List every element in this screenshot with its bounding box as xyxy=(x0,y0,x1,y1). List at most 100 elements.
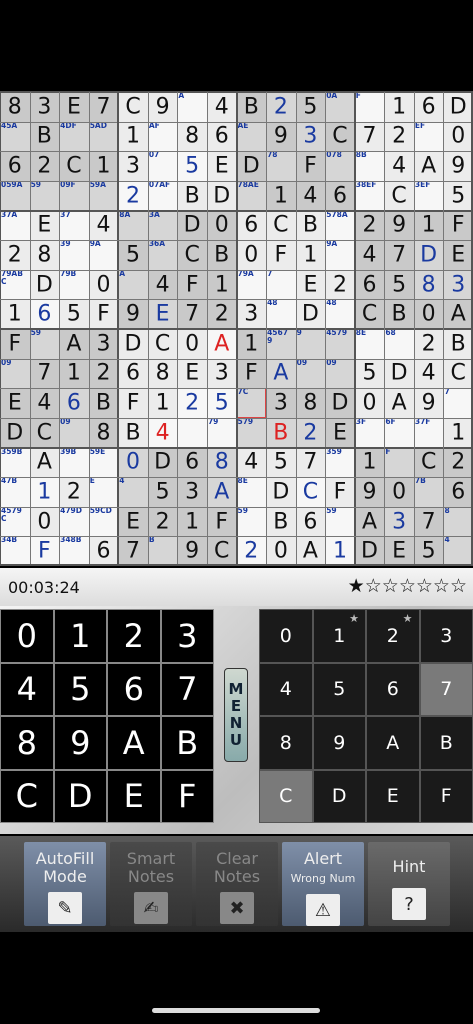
grid-cell[interactable]: 59CD xyxy=(88,506,119,537)
grid-cell[interactable]: 5 xyxy=(206,388,237,418)
note-key-8[interactable]: 8 xyxy=(259,716,313,770)
grid-cell[interactable]: B xyxy=(295,210,326,241)
grid-cell[interactable]: F xyxy=(88,299,119,329)
grid-cell[interactable]: B xyxy=(443,329,473,359)
grid-cell[interactable]: 1 xyxy=(206,269,237,300)
grid-cell[interactable]: 45A xyxy=(0,121,30,152)
grid-cell[interactable]: 8 xyxy=(147,358,178,389)
number-key-9[interactable]: 9 xyxy=(53,716,107,770)
grid-cell[interactable]: 2 xyxy=(206,299,237,329)
grid-cell[interactable]: E xyxy=(147,299,178,329)
grid-cell[interactable]: E xyxy=(118,506,148,537)
grid-cell[interactable]: 59E xyxy=(88,447,119,478)
grid-cell[interactable]: C xyxy=(118,92,148,122)
grid-cell[interactable]: 1 xyxy=(295,240,326,270)
note-key-b[interactable]: B xyxy=(419,716,473,770)
grid-cell[interactable]: 1 xyxy=(266,180,296,211)
grid-cell[interactable]: A xyxy=(266,358,296,389)
grid-cell[interactable]: 1 xyxy=(0,299,30,329)
grid-cell[interactable]: 7 xyxy=(29,358,60,389)
grid-cell[interactable]: F xyxy=(295,151,326,181)
grid-cell[interactable]: C xyxy=(177,240,207,270)
grid-cell[interactable]: 7 xyxy=(88,92,119,122)
grid-cell[interactable]: 4 xyxy=(118,477,148,507)
grid-cell[interactable]: D xyxy=(236,151,267,181)
alert-wrong-num-button[interactable]: Alert Wrong Num ⚠ xyxy=(282,842,364,926)
grid-cell[interactable]: EF xyxy=(413,121,444,152)
grid-cell[interactable]: 2 xyxy=(443,447,473,478)
number-key-4[interactable]: 4 xyxy=(0,662,54,716)
grid-cell[interactable]: 3EF xyxy=(413,180,444,211)
grid-cell[interactable]: 2 xyxy=(295,417,326,448)
grid-cell[interactable]: 48 xyxy=(266,299,296,329)
grid-cell[interactable]: F xyxy=(0,329,30,359)
grid-cell[interactable]: 7 xyxy=(443,388,473,418)
grid-cell[interactable]: C xyxy=(384,180,414,211)
grid-cell[interactable]: 9A xyxy=(325,240,355,270)
grid-cell[interactable]: 7 xyxy=(118,536,148,566)
grid-cell[interactable]: 6 xyxy=(88,536,119,566)
note-key-4[interactable]: 4 xyxy=(259,662,313,716)
grid-cell[interactable]: 8E xyxy=(236,477,267,507)
grid-cell[interactable]: 3 xyxy=(118,151,148,181)
grid-cell[interactable]: 09 xyxy=(295,358,326,389)
grid-cell[interactable]: 3 xyxy=(266,388,296,418)
grid-cell[interactable]: D xyxy=(354,536,385,566)
grid-cell[interactable]: C xyxy=(413,447,444,478)
grid-cell[interactable]: 48 xyxy=(325,299,355,329)
grid-cell[interactable]: 7 xyxy=(354,121,385,152)
grid-cell[interactable]: 359 xyxy=(325,447,355,478)
grid-cell[interactable]: 2 xyxy=(177,388,207,418)
grid-cell[interactable]: 0 xyxy=(413,299,444,329)
grid-cell[interactable]: 6 xyxy=(354,269,385,300)
grid-cell[interactable]: 0A xyxy=(325,92,355,122)
grid-cell[interactable]: E xyxy=(177,358,207,389)
grid-cell[interactable]: 2 xyxy=(147,506,178,537)
grid-cell[interactable]: E xyxy=(88,477,119,507)
note-key-5[interactable]: 5 xyxy=(312,662,366,716)
grid-cell[interactable]: 059A xyxy=(0,180,30,211)
grid-cell[interactable]: 8 xyxy=(29,240,60,270)
grid-cell[interactable]: 7 xyxy=(295,447,326,478)
grid-cell[interactable]: 2 xyxy=(118,180,148,211)
grid-cell[interactable]: C xyxy=(443,358,473,389)
grid-cell[interactable]: 8E xyxy=(354,329,385,359)
grid-cell[interactable]: 78 xyxy=(266,151,296,181)
grid-cell[interactable]: 2 xyxy=(384,121,414,152)
grid-cell[interactable]: 3 xyxy=(295,121,326,152)
grid-cell[interactable]: 39 xyxy=(59,240,89,270)
grid-cell[interactable]: D xyxy=(266,477,296,507)
number-key-e[interactable]: E xyxy=(107,769,161,823)
grid-cell[interactable]: A xyxy=(59,329,89,359)
grid-cell[interactable]: 578A xyxy=(325,210,355,241)
note-key-2[interactable]: 2 ★ xyxy=(366,609,420,663)
grid-cell[interactable]: B xyxy=(88,388,119,418)
grid-cell[interactable]: 7 xyxy=(413,506,444,537)
grid-cell[interactable]: 4 xyxy=(236,447,267,478)
grid-cell[interactable]: A xyxy=(29,447,60,478)
grid-cell[interactable]: 09 xyxy=(325,358,355,389)
grid-cell[interactable]: 348B xyxy=(59,536,89,566)
grid-cell[interactable]: 5 xyxy=(59,299,89,329)
grid-cell[interactable]: F xyxy=(206,506,237,537)
smart-notes-button[interactable]: Smart Notes ✍ xyxy=(110,842,192,926)
grid-cell[interactable]: B xyxy=(266,417,296,448)
grid-cell[interactable]: F xyxy=(118,388,148,418)
number-key-3[interactable]: 3 xyxy=(160,609,214,663)
grid-cell[interactable]: 0 xyxy=(206,210,237,241)
grid-cell[interactable]: 4579 C xyxy=(0,506,30,537)
grid-cell[interactable]: 3 xyxy=(29,92,60,122)
grid-cell[interactable]: 07AF xyxy=(147,180,178,211)
grid-cell[interactable]: C xyxy=(59,151,89,181)
grid-cell[interactable]: 2 xyxy=(413,329,444,359)
grid-cell[interactable]: D xyxy=(147,447,178,478)
grid-cell[interactable]: 8 xyxy=(177,121,207,152)
grid-cell[interactable]: 8 xyxy=(413,269,444,300)
grid-cell[interactable]: 4 xyxy=(443,536,473,566)
number-key-5[interactable]: 5 xyxy=(53,662,107,716)
grid-cell[interactable]: A xyxy=(206,477,237,507)
grid-cell[interactable]: 0 xyxy=(354,388,385,418)
grid-cell[interactable]: 9 xyxy=(147,92,178,122)
grid-cell[interactable]: 1 xyxy=(443,417,473,448)
grid-cell[interactable]: 79A xyxy=(236,269,267,300)
